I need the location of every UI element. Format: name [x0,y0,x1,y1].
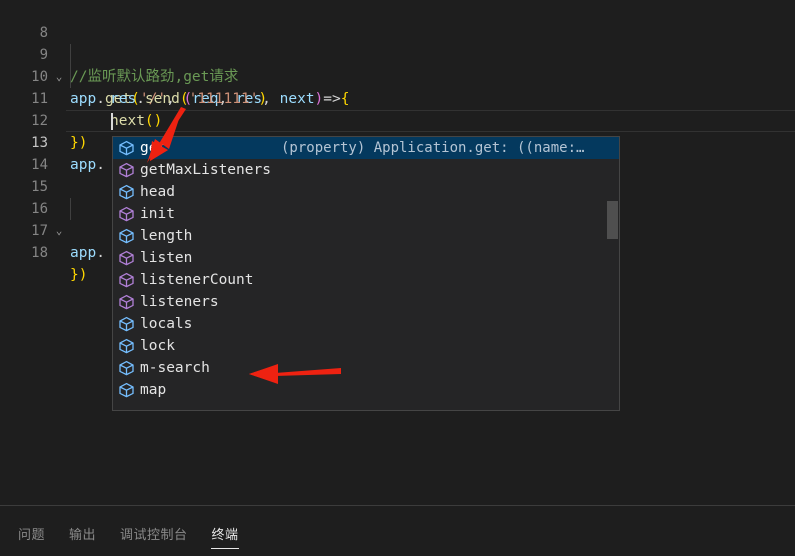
method-cube-icon [119,206,134,222]
suggestion-label: map [140,382,167,398]
property-cube-icon [119,338,134,354]
suggestion-item-getMaxListeners[interactable]: getMaxListeners [113,159,619,181]
suggestion-label: m-search [140,360,210,376]
suggestion-item-listen[interactable]: listen [113,247,619,269]
suggestion-scrollbar[interactable] [607,201,618,239]
suggestion-label: head [140,184,175,200]
code-text: app. [70,242,105,264]
suggestion-item-length[interactable]: length [113,225,619,247]
method-cube-icon [119,272,134,288]
suggestion-label: listenerCount [140,272,254,288]
method-cube-icon [119,162,134,178]
method-cube-icon [117,250,136,266]
property-cube-icon [117,338,136,354]
suggestion-list[interactable]: get (property) Application.get: ((name:… g… [113,137,619,401]
token-brace-close: } [70,267,79,283]
suggestion-item-get[interactable]: get (property) Application.get: ((name:… [113,137,619,159]
suggestion-item-locals[interactable]: locals [113,313,619,335]
suggestion-item-listenerCount[interactable]: listenerCount [113,269,619,291]
panel-tab-item-2[interactable]: 调试控制台 [120,524,188,549]
suggestion-label: listeners [140,294,219,310]
suggestion-item-map[interactable]: map [113,379,619,401]
property-cube-icon [117,140,136,156]
code-line-9[interactable]: 9 ⌄ app.get('/', (req, res, next)=>{ [0,22,795,107]
code-line-13[interactable]: 13 app. [0,110,795,173]
panel-tab-item-1[interactable]: 输出 [69,524,96,549]
code-editor[interactable]: 8 //监听默认路劲,get请求 9 ⌄ app.get('/', (req, … [0,0,795,505]
suggestion-label: getMaxListeners [140,162,271,178]
suggestion-item-m-search[interactable]: m-search [113,357,619,379]
suggestion-label: init [140,206,175,222]
property-cube-icon [117,316,136,332]
suggestion-label: listen [140,250,193,266]
suggestion-widget[interactable]: get (property) Application.get: ((name:… g… [112,136,620,411]
property-cube-icon [119,360,134,376]
code-text: }) [70,264,87,286]
bottom-panel: 问题 输出 调试控制台 终端 [0,505,795,556]
code-line-11[interactable]: 11 next() [0,66,795,129]
suggestion-item-listeners[interactable]: listeners [113,291,619,313]
property-cube-icon [119,316,134,332]
property-cube-icon [117,228,136,244]
property-cube-icon [117,382,136,398]
suggestion-label: lock [140,338,175,354]
property-cube-icon [119,140,134,156]
line-number: 18 [31,245,48,261]
suggestion-label: locals [140,316,193,332]
property-cube-icon [119,184,134,200]
text-cursor [111,113,113,130]
method-cube-icon [117,294,136,310]
suggestion-label: length [140,228,193,244]
method-cube-icon [119,294,134,310]
panel-tab-terminal[interactable]: 终端 [212,524,239,549]
token-paren-close: ) [78,267,88,283]
panel-tab-bar[interactable]: 问题 输出 调试控制台 终端 [18,524,263,549]
property-cube-icon [117,184,136,200]
method-cube-icon [119,250,134,266]
vscode-window: 8 //监听默认路劲,get请求 9 ⌄ app.get('/', (req, … [0,0,795,556]
code-line-8[interactable]: 8 //监听默认路劲,get请求 [0,0,795,85]
method-cube-icon [117,162,136,178]
property-cube-icon [117,360,136,376]
method-cube-icon [117,272,136,288]
token-dot: . [96,245,105,261]
code-line-12[interactable]: 12 }) [0,88,795,151]
suggestion-item-lock[interactable]: lock [113,335,619,357]
code-line-10[interactable]: 10 res.send('111111') [0,44,795,107]
token-app: app [70,245,97,261]
suggestion-item-head[interactable]: head [113,181,619,203]
property-cube-icon [119,382,134,398]
method-cube-icon [117,206,136,222]
suggestion-label: get [140,140,167,156]
property-cube-icon [119,228,134,244]
suggestion-detail: (property) Application.get: ((name:… [281,140,585,156]
suggestion-item-init[interactable]: init [113,203,619,225]
panel-tab-item-0[interactable]: 问题 [18,524,45,549]
